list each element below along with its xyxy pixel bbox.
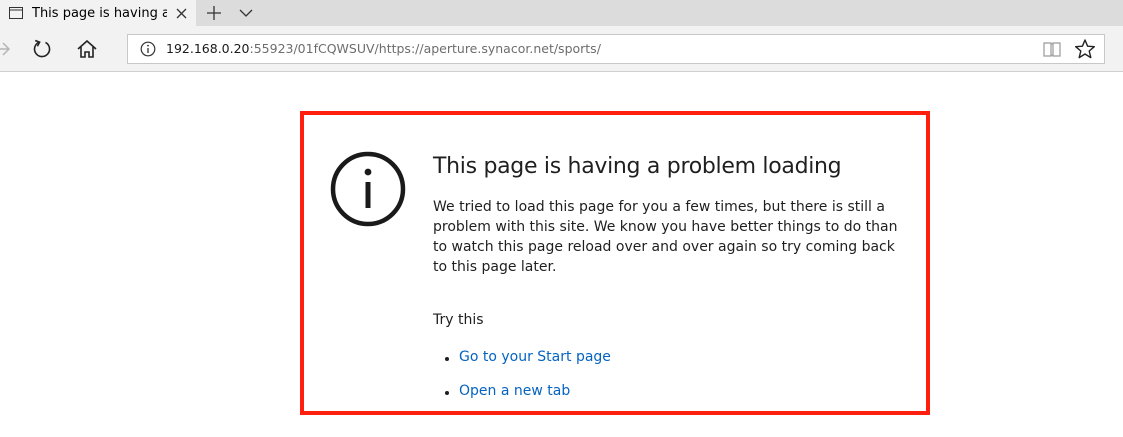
- forward-icon[interactable]: [0, 36, 16, 62]
- page-icon: [7, 4, 25, 22]
- tab-title: This page is having a pr: [32, 5, 167, 21]
- new-tab-link[interactable]: Open a new tab: [459, 381, 570, 401]
- address-path: :55923/01fCQWSUV/https://aperture.synaco…: [249, 41, 601, 56]
- chevron-down-icon[interactable]: [235, 2, 257, 24]
- error-panel: This page is having a problem loading We…: [300, 111, 930, 415]
- new-tab-icon[interactable]: [203, 2, 225, 24]
- list-item: Open a new tab: [433, 381, 611, 415]
- try-this-heading: Try this: [433, 312, 484, 328]
- refresh-icon[interactable]: [29, 36, 55, 62]
- address-bar[interactable]: 192.168.0.20:55923/01fCQWSUV/https://ape…: [127, 34, 1105, 64]
- tab-strip: This page is having a pr: [0, 0, 1123, 26]
- site-info-icon[interactable]: [140, 41, 156, 57]
- close-tab-icon[interactable]: [172, 4, 190, 22]
- start-page-link[interactable]: Go to your Start page: [459, 347, 611, 367]
- error-description: We tried to load this page for you a few…: [433, 199, 898, 275]
- bullet: [445, 391, 449, 395]
- info-icon: [329, 150, 407, 228]
- favorite-star-icon[interactable]: [1074, 38, 1096, 60]
- reading-view-icon[interactable]: [1042, 39, 1062, 59]
- home-icon[interactable]: [74, 36, 100, 62]
- address-text[interactable]: 192.168.0.20:55923/01fCQWSUV/https://ape…: [166, 41, 601, 56]
- error-title: This page is having a problem loading: [433, 154, 842, 179]
- browser-tab[interactable]: This page is having a pr: [0, 0, 196, 26]
- suggestion-list: Go to your Start page Open a new tab: [433, 347, 611, 415]
- navigation-bar: 192.168.0.20:55923/01fCQWSUV/https://ape…: [0, 26, 1123, 72]
- list-item: Go to your Start page: [433, 347, 611, 381]
- bullet: [445, 357, 449, 361]
- address-host: 192.168.0.20: [166, 41, 250, 56]
